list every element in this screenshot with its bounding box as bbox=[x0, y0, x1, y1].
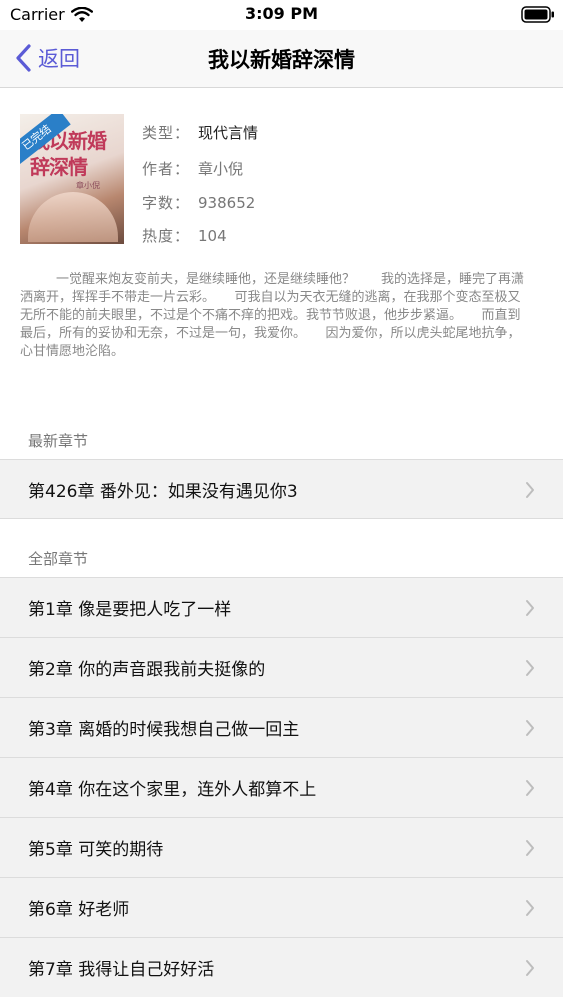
book-type: 类型： 现代言情 bbox=[142, 122, 258, 143]
chevron-right-icon bbox=[526, 600, 534, 616]
book-words-label: 字数： bbox=[142, 194, 191, 212]
latest-chapter-header: 最新章节 bbox=[28, 431, 89, 450]
chapter-row[interactable]: 第4章 你在这个家里，连外人都算不上 bbox=[0, 757, 563, 817]
chevron-right-icon bbox=[526, 960, 534, 976]
latest-chapter-title: 第426章 番外见：如果没有遇见你3 bbox=[28, 481, 298, 502]
chapter-title: 第3章 离婚的时候我想自己做一回主 bbox=[28, 720, 300, 740]
book-popularity: 热度： 104 bbox=[142, 225, 227, 246]
chapter-row[interactable]: 第2章 你的声音跟我前夫挺像的 bbox=[0, 637, 563, 697]
chapter-row[interactable]: 第1章 像是要把人吃了一样 bbox=[0, 577, 563, 637]
chevron-right-icon bbox=[526, 840, 534, 856]
book-summary: 一觉醒来炮友变前夫，是继续睡他，还是继续睡他？ 我的选择是，睡完了再潇洒离开，挥… bbox=[20, 272, 525, 359]
chevron-right-icon bbox=[526, 720, 534, 736]
latest-chapter-row[interactable]: 第426章 番外见：如果没有遇见你3 bbox=[0, 459, 563, 519]
book-hot-value: 104 bbox=[198, 227, 227, 245]
status-time: 3:09 PM bbox=[244, 4, 318, 23]
chevron-right-icon bbox=[526, 900, 534, 916]
book-info: 我以新婚辞深情 已完结 章小倪 类型： 现代言情 作者： 章小倪 字数： 938652… bbox=[20, 114, 550, 246]
book-author-label: 作者： bbox=[142, 160, 191, 178]
chevron-right-icon bbox=[526, 482, 534, 498]
chapter-row[interactable]: 第6章 好老师 bbox=[0, 877, 563, 937]
chapter-title: 第2章 你的声音跟我前夫挺像的 bbox=[28, 660, 266, 680]
book-type-value: 现代言情 bbox=[198, 124, 259, 142]
book-author-value: 章小倪 bbox=[198, 160, 244, 178]
status-bar: Carrier 3:09 PM bbox=[0, 0, 563, 30]
chapter-row[interactable]: 第7章 我得让自己好好活 bbox=[0, 937, 563, 997]
page-title: 我以新婚辞深情 bbox=[208, 48, 355, 72]
chevron-right-icon bbox=[526, 780, 534, 796]
chapter-title: 第4章 你在这个家里，连外人都算不上 bbox=[28, 780, 317, 800]
book-type-label: 类型： bbox=[142, 124, 191, 142]
book-words-value: 938652 bbox=[198, 194, 256, 212]
chapter-row[interactable]: 第5章 可笑的期待 bbox=[0, 817, 563, 877]
book-hot-label: 热度： bbox=[142, 227, 191, 245]
navigation-bar: 返回 我以新婚辞深情 bbox=[0, 30, 563, 88]
chapter-row[interactable]: 第3章 离婚的时候我想自己做一回主 bbox=[0, 697, 563, 757]
chapter-title: 第5章 可笑的期待 bbox=[28, 840, 164, 860]
book-word-count: 字数： 938652 bbox=[142, 192, 255, 213]
chapter-title: 第7章 我得让自己好好活 bbox=[28, 960, 215, 980]
chapter-title: 第1章 像是要把人吃了一样 bbox=[28, 600, 232, 620]
book-author: 作者： 章小倪 bbox=[142, 158, 243, 179]
chevron-right-icon bbox=[526, 660, 534, 676]
book-cover: 我以新婚辞深情 已完结 章小倪 bbox=[20, 114, 124, 244]
cover-art bbox=[28, 192, 118, 242]
chapter-title: 第6章 好老师 bbox=[28, 900, 130, 920]
cover-author: 章小倪 bbox=[76, 181, 100, 190]
all-chapters-header: 全部章节 bbox=[28, 549, 89, 568]
battery-icon bbox=[521, 6, 554, 23]
